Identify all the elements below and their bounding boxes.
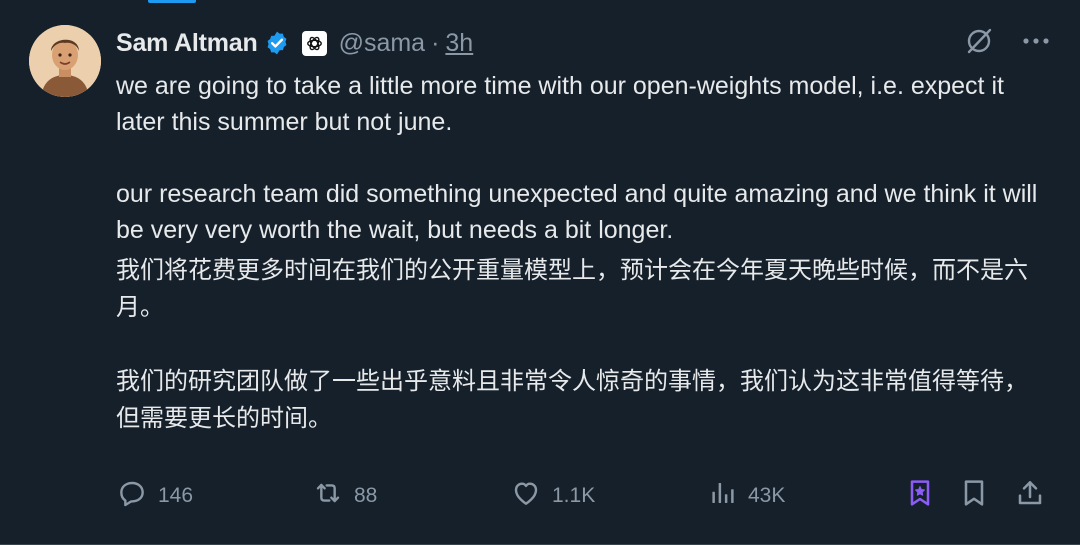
more-options-icon[interactable] (1022, 36, 1050, 46)
grok-slash-icon[interactable] (964, 26, 994, 56)
views-count: 43K (748, 484, 786, 507)
heart-icon (510, 477, 542, 515)
openai-logo-icon[interactable] (301, 30, 327, 56)
bookmark-button[interactable] (958, 477, 990, 515)
repost-button[interactable]: 88 (312, 477, 377, 515)
timestamp-link[interactable]: 3h (445, 29, 473, 58)
author-name[interactable]: Sam Altman (116, 29, 258, 58)
share-icon (1014, 477, 1046, 515)
tweet-text-en-2: our research team did something unexpect… (116, 180, 1038, 244)
tweet-header: Sam Altman @sama · 3h (116, 24, 473, 62)
tweet-card: Sam Altman @sama · 3h we are going to ta… (0, 0, 1080, 545)
reply-button[interactable]: 146 (116, 477, 193, 515)
tweet-actions: 146 88 1.1K 43K (116, 474, 1056, 518)
separator-dot: · (431, 28, 440, 57)
tweet-text-en-1: we are going to take a little more time … (116, 72, 1004, 136)
like-button[interactable]: 1.1K (510, 477, 595, 515)
views-button[interactable]: 43K (708, 478, 785, 514)
share-button[interactable] (1014, 477, 1046, 515)
grok-bookmark-button[interactable] (904, 477, 936, 515)
tweet-text-zh-1: 我们将花费更多时间在我们的公开重量模型上，预计会在今年夏天晚些时候，而不是六月。 (116, 256, 1028, 321)
tweet-body: we are going to take a little more time … (116, 68, 1046, 437)
repost-icon (312, 477, 344, 515)
bookmark-icon (958, 477, 990, 515)
tweet-text-zh-2: 我们的研究团队做了一些出乎意料且非常令人惊奇的事情，我们认为这非常值得等待，但需… (116, 367, 1028, 432)
avatar[interactable] (29, 25, 101, 97)
views-bar-chart-icon (708, 478, 738, 514)
author-handle[interactable]: @sama (339, 29, 426, 58)
top-accent-strip (148, 0, 196, 3)
top-actions (964, 26, 1050, 56)
reply-count: 146 (158, 484, 194, 507)
grok-bookmark-icon (904, 477, 936, 515)
like-count: 1.1K (552, 484, 596, 507)
verified-badge-icon (264, 30, 290, 56)
repost-count: 88 (354, 484, 378, 507)
reply-icon (116, 477, 148, 515)
